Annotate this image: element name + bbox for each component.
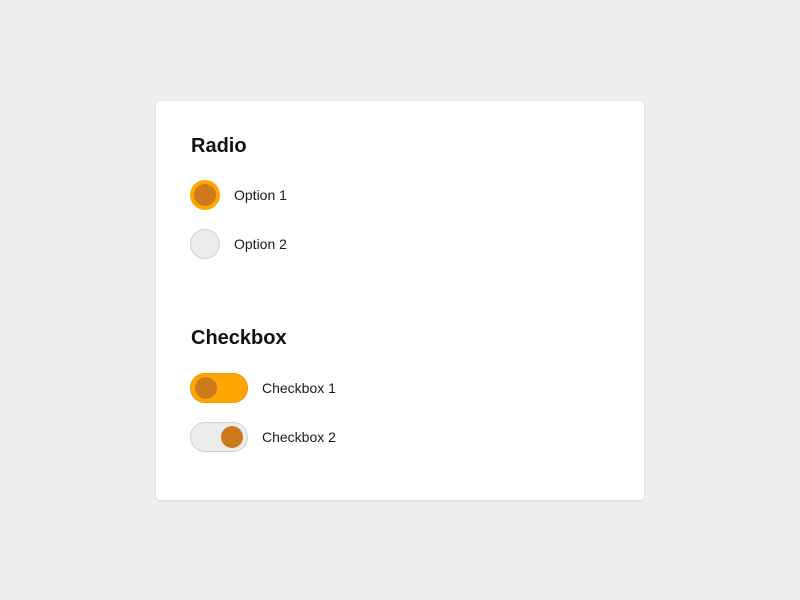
- radio-dot: [194, 184, 216, 206]
- toggle-switch-unchecked[interactable]: [190, 422, 248, 452]
- radio-button-checked[interactable]: [190, 180, 220, 210]
- radio-button-unchecked[interactable]: [190, 229, 220, 259]
- toggle-knob: [195, 377, 217, 399]
- checkbox-section-title: Checkbox: [191, 327, 287, 349]
- radio-option-label: Option 2: [234, 236, 287, 252]
- radio-option-label: Option 1: [234, 187, 287, 203]
- controls-card: Radio Option 1 Option 2 Checkbox Checkbo…: [156, 101, 644, 500]
- toggle-switch-checked[interactable]: [190, 373, 248, 403]
- radio-option-2[interactable]: Option 2: [190, 229, 287, 259]
- toggle-knob: [221, 426, 243, 448]
- checkbox-label: Checkbox 1: [262, 380, 336, 396]
- checkbox-label: Checkbox 2: [262, 429, 336, 445]
- radio-option-1[interactable]: Option 1: [190, 180, 287, 210]
- radio-section-title: Radio: [191, 135, 247, 157]
- checkbox-item-1[interactable]: Checkbox 1: [190, 373, 336, 403]
- checkbox-item-2[interactable]: Checkbox 2: [190, 422, 336, 452]
